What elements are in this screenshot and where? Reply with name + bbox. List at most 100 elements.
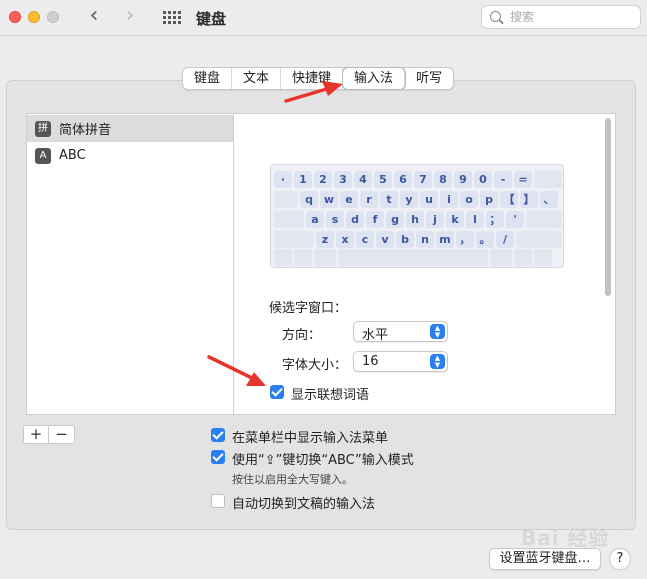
keyboard-key: 8 — [434, 171, 452, 188]
search-icon — [490, 11, 501, 22]
forward-button[interactable]: › — [120, 3, 140, 28]
font-size-label: 字体大小： — [282, 358, 348, 373]
keyboard-key: i — [440, 191, 458, 208]
keyboard-key: z — [316, 231, 334, 248]
keyboard-key: f — [366, 211, 384, 228]
chevron-updown-icon: ▲ ▼ — [430, 354, 445, 369]
zoom-window-button[interactable] — [47, 11, 59, 23]
keyboard-blank-key — [534, 171, 562, 188]
keyboard-key: 。 — [476, 231, 494, 248]
keyboard-key: 6 — [394, 171, 412, 188]
keyboard-blank-key — [534, 249, 552, 266]
keyboard-key: 4 — [354, 171, 372, 188]
keyboard-key: 、 — [540, 191, 558, 208]
keyboard-key: · — [274, 171, 292, 188]
list-item-label: ABC — [59, 148, 86, 163]
show-menu-bar-checkbox[interactable] — [211, 428, 225, 442]
keyboard-key: e — [340, 191, 358, 208]
keyboard-key: 7 — [414, 171, 432, 188]
keyboard-key: / — [496, 231, 514, 248]
keyboard-key: 0 — [474, 171, 492, 188]
chevron-updown-icon: ▲ ▼ — [430, 324, 445, 339]
keyboard-key: l — [466, 211, 484, 228]
orientation-label: 方向： — [282, 328, 322, 343]
pinyin-icon: 拼 — [35, 120, 51, 137]
chevron-right-icon: › — [125, 3, 135, 28]
auto-switch-label: 自动切换到文稿的输入法 — [232, 497, 376, 512]
keyboard-key: 9 — [454, 171, 472, 188]
keyboard-key: k — [446, 211, 464, 228]
help-button[interactable]: ? — [609, 548, 631, 570]
keyboard-key: y — [400, 191, 418, 208]
keyboard-key: b — [396, 231, 414, 248]
keyboard-key: 3 — [334, 171, 352, 188]
tab-keyboard[interactable]: 键盘 — [183, 68, 233, 89]
candidate-window-heading: 候选字窗口： — [269, 301, 348, 316]
keyboard-key: g — [386, 211, 404, 228]
show-predictions-label: 显示联想词语 — [291, 388, 370, 403]
keyboard-key: n — [416, 231, 434, 248]
font-size-popup[interactable]: 16 ▲ ▼ — [353, 351, 448, 372]
keyboard-key: d — [346, 211, 364, 228]
font-size-value: 16 — [362, 354, 379, 369]
keyboard-key: c — [356, 231, 374, 248]
watermark-text: Bai 经验 — [521, 526, 610, 550]
keyboard-key: = — [514, 171, 532, 188]
show-predictions-checkbox[interactable] — [270, 385, 284, 399]
keyboard-blank-key — [274, 191, 298, 208]
window-title: 键盘 — [196, 10, 227, 28]
keyboard-blank-key — [516, 231, 562, 248]
back-button[interactable]: ‹ — [84, 3, 104, 28]
auto-switch-checkbox[interactable] — [211, 494, 225, 508]
orientation-value: 水平 — [362, 328, 389, 343]
keyboard-key: h — [406, 211, 424, 228]
orientation-popup[interactable]: 水平 ▲ ▼ — [353, 321, 448, 343]
show-menu-bar-label: 在菜单栏中显示输入法菜单 — [232, 431, 389, 446]
caps-lock-switch-checkbox[interactable] — [211, 450, 225, 464]
search-field[interactable] — [481, 5, 641, 29]
close-window-button[interactable] — [9, 11, 21, 23]
keyboard-key: x — [336, 231, 354, 248]
keyboard-blank-key — [338, 249, 488, 266]
keyboard-key: q — [300, 191, 318, 208]
keyboard-key: a — [306, 211, 324, 228]
setup-bluetooth-keyboard-button[interactable]: 设置蓝牙键盘… — [489, 548, 601, 570]
abc-icon: A — [35, 147, 51, 164]
settings-scrollbar[interactable] — [603, 114, 614, 414]
chevron-left-icon: ‹ — [89, 3, 99, 28]
keyboard-key: v — [376, 231, 394, 248]
keyboard-key: u — [420, 191, 438, 208]
keyboard-key: 1 — [294, 171, 312, 188]
keyboard-key: - — [494, 171, 512, 188]
minimize-window-button[interactable] — [28, 11, 40, 23]
keyboard-blank-key — [274, 231, 314, 248]
remove-input-source-button[interactable]: − — [49, 426, 74, 443]
keyboard-blank-key — [274, 211, 304, 228]
keyboard-blank-key — [314, 249, 336, 266]
keyboard-key: o — [460, 191, 478, 208]
add-remove-control: + − — [23, 425, 75, 444]
tab-text[interactable]: 文本 — [232, 68, 282, 89]
add-input-source-button[interactable]: + — [24, 426, 49, 443]
list-item-abc[interactable]: A ABC — [27, 142, 233, 169]
scroll-thumb[interactable] — [605, 118, 611, 296]
keyboard-key: ， — [456, 231, 474, 248]
keyboard-blank-key — [294, 249, 312, 266]
keyboard-key: 2 — [314, 171, 332, 188]
show-all-grid-icon[interactable] — [163, 11, 181, 24]
keyboard-key: j — [426, 211, 444, 228]
keyboard-key: s — [326, 211, 344, 228]
tab-dictation[interactable]: 听写 — [405, 68, 453, 89]
list-item-label: 简体拼音 — [59, 123, 112, 138]
search-input[interactable] — [510, 9, 635, 25]
keyboard-blank-key — [490, 249, 512, 266]
keyboard-key: w — [320, 191, 338, 208]
keyboard-blank-key — [514, 249, 532, 266]
keyboard-key: t — [380, 191, 398, 208]
list-item-pinyin-simplified[interactable]: 拼 简体拼音 — [27, 115, 233, 142]
caps-lock-hint: 按住以启用全大写键入。 — [232, 473, 353, 486]
tab-input-sources[interactable]: 输入法 — [343, 68, 406, 89]
tab-shortcuts[interactable]: 快捷键 — [281, 68, 344, 89]
keyboard-key: ； — [486, 211, 504, 228]
keyboard-key: 】 — [520, 191, 538, 208]
